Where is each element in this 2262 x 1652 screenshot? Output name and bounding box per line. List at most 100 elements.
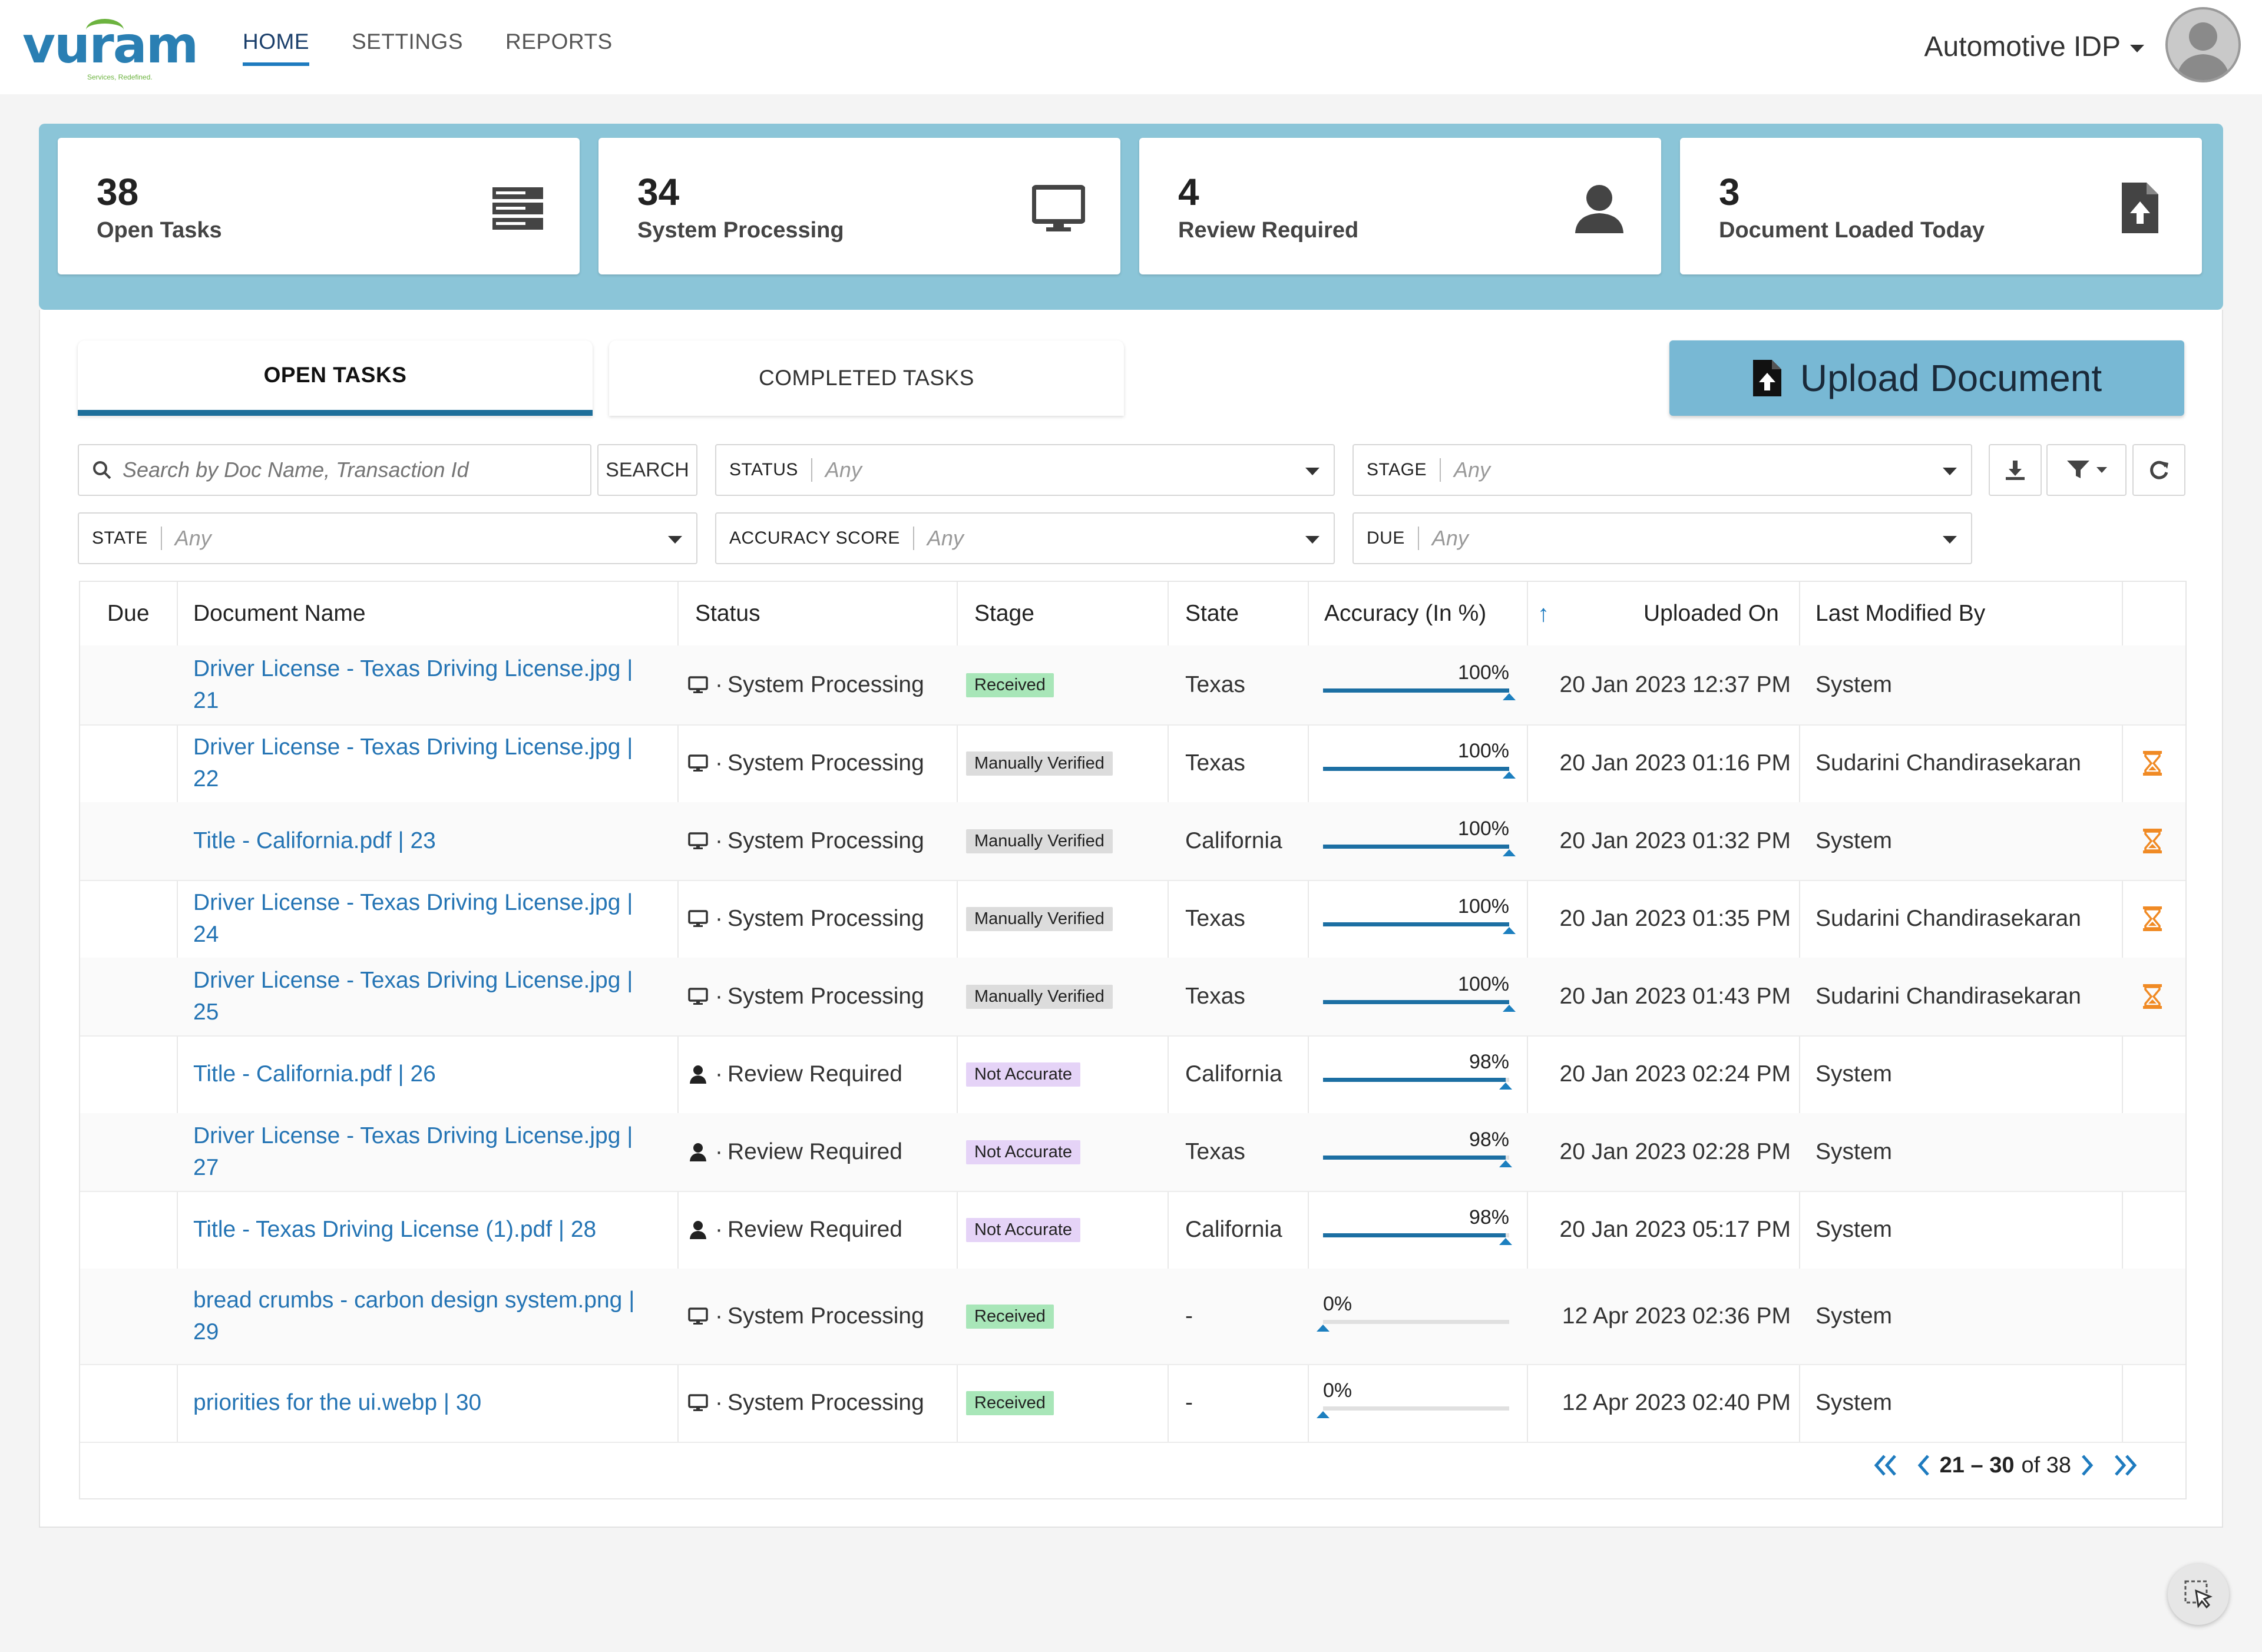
status-cell: · System Processing	[688, 958, 947, 1035]
table-row[interactable]: Driver License - Texas Driving License.j…	[80, 645, 2185, 726]
last-modified-by-cell: System	[1815, 1035, 2110, 1113]
status-separator: ·	[715, 750, 723, 776]
last-modified-by-text: Sudarini Chandirasekaran	[1815, 750, 2081, 776]
column-header-stage[interactable]: Stage	[974, 582, 1034, 645]
last-page-button[interactable]	[2112, 1454, 2138, 1477]
stage-cell: Not Accurate	[966, 1113, 1160, 1191]
accuracy-progress-fill	[1323, 1000, 1509, 1004]
filter-icon	[2067, 461, 2089, 478]
previous-page-button[interactable]	[1915, 1454, 1932, 1477]
tab-completed-tasks[interactable]: COMPLETED TASKS	[609, 340, 1124, 416]
last-modified-by-cell: Sudarini Chandirasekaran	[1815, 958, 2110, 1035]
server-icon	[492, 187, 543, 230]
column-header-status[interactable]: Status	[695, 582, 760, 645]
table-row[interactable]: priorities for the ui.webp | 30 · System P…	[80, 1364, 2185, 1443]
nav-reports[interactable]: REPORTS	[505, 29, 613, 66]
column-header-uploaded-on[interactable]: Uploaded On	[1643, 582, 1779, 645]
document-name-cell: Title - California.pdf | 23	[193, 802, 664, 880]
accuracy-marker-icon	[1317, 1411, 1330, 1418]
user-avatar[interactable]	[2165, 7, 2241, 82]
chevron-down-icon	[2096, 467, 2107, 473]
refresh-button[interactable]	[2132, 444, 2185, 496]
column-header-due[interactable]: Due	[107, 582, 150, 645]
document-link[interactable]: Title - California.pdf | 26	[193, 1058, 436, 1090]
document-link[interactable]: Driver License - Texas Driving License.j…	[193, 965, 664, 1028]
vuram-logo[interactable]: vuram Services, Redefined.	[22, 19, 199, 81]
table-row[interactable]: Driver License - Texas Driving License.j…	[80, 880, 2185, 959]
stage-cell: Manually Verified	[966, 880, 1160, 958]
download-button[interactable]	[1989, 444, 2042, 496]
nav-settings[interactable]: SETTINGS	[352, 29, 463, 66]
search-input[interactable]	[121, 457, 571, 483]
uploaded-on-text: 20 Jan 2023 01:43 PM	[1559, 984, 1791, 1009]
stage-cell: Manually Verified	[966, 958, 1160, 1035]
workspace-name: Automotive IDP	[1924, 31, 2121, 62]
stat-card-open-tasks[interactable]: 38 Open Tasks	[58, 138, 580, 274]
document-name-cell: Driver License - Texas Driving License.j…	[193, 1113, 664, 1191]
status-cell: · System Processing	[688, 645, 947, 724]
hourglass-icon[interactable]	[2142, 983, 2163, 1010]
stat-value: 34	[637, 171, 680, 213]
document-link[interactable]: Driver License - Texas Driving License.j…	[193, 1120, 664, 1184]
floating-cursor-button[interactable]	[2168, 1564, 2229, 1625]
column-header-accuracy[interactable]: Accuracy (In %)	[1324, 582, 1486, 645]
stat-card-system-processing[interactable]: 34 System Processing	[598, 138, 1120, 274]
tab-open-tasks[interactable]: OPEN TASKS	[78, 340, 593, 416]
document-link[interactable]: Driver License - Texas Driving License.j…	[193, 653, 664, 717]
column-header-state[interactable]: State	[1185, 582, 1239, 645]
document-link[interactable]: priorities for the ui.webp | 30	[193, 1387, 481, 1419]
stat-value: 3	[1719, 171, 1740, 213]
state-cell: Texas	[1185, 1113, 1315, 1191]
hourglass-icon[interactable]	[2142, 827, 2163, 855]
table-row[interactable]: Title - Texas Driving License (1).pdf | …	[80, 1191, 2185, 1270]
stage-filter[interactable]: STAGE Any	[1352, 444, 1972, 496]
logo-tagline: Services, Redefined.	[87, 73, 153, 81]
accuracy-score-filter[interactable]: ACCURACY SCORE Any	[715, 512, 1335, 564]
status-text: System Processing	[727, 1390, 924, 1415]
table-row[interactable]: Driver License - Texas Driving License.j…	[80, 958, 2185, 1037]
due-filter[interactable]: DUE Any	[1352, 512, 1972, 564]
state-filter[interactable]: STATE Any	[78, 512, 697, 564]
document-link[interactable]: Driver License - Texas Driving License.j…	[193, 887, 664, 951]
hourglass-icon[interactable]	[2142, 750, 2163, 777]
table-row[interactable]: Title - California.pdf | 23 · System Proce…	[80, 802, 2185, 881]
document-link[interactable]: Title - Texas Driving License (1).pdf | …	[193, 1214, 596, 1246]
next-page-button[interactable]	[2079, 1454, 2096, 1477]
table-row[interactable]: Driver License - Texas Driving License.j…	[80, 1113, 2185, 1192]
document-name-cell: Driver License - Texas Driving License.j…	[193, 645, 664, 724]
document-name-cell: Driver License - Texas Driving License.j…	[193, 958, 664, 1035]
workspace-dropdown[interactable]: Automotive IDP	[1924, 31, 2144, 63]
nav-home[interactable]: HOME	[243, 29, 309, 66]
chevron-down-icon	[1943, 468, 1957, 475]
stage-badge: Received	[966, 1391, 1054, 1415]
stage-cell: Manually Verified	[966, 802, 1160, 880]
stage-cell: Received	[966, 1364, 1160, 1442]
document-link[interactable]: bread crumbs - carbon design system.png …	[193, 1284, 664, 1348]
sort-arrow-up-icon[interactable]: ↑	[1537, 582, 1549, 645]
column-header-last-modified-by[interactable]: Last Modified By	[1815, 582, 1985, 645]
stat-card-review-required[interactable]: 4 Review Required	[1139, 138, 1661, 274]
table-row[interactable]: Driver License - Texas Driving License.j…	[80, 724, 2185, 803]
stat-card-document-loaded-today[interactable]: 3 Document Loaded Today	[1680, 138, 2202, 274]
document-link[interactable]: Driver License - Texas Driving License.j…	[193, 731, 664, 795]
search-button[interactable]: SEARCH	[597, 444, 697, 496]
filter-menu-button[interactable]	[2046, 444, 2127, 496]
accuracy-cell: 98%	[1323, 1191, 1512, 1269]
document-name-cell: Driver License - Texas Driving License.j…	[193, 880, 664, 958]
uploaded-on-text: 20 Jan 2023 05:17 PM	[1559, 1217, 1791, 1242]
accuracy-cell: 100%	[1323, 645, 1516, 724]
table-row[interactable]: Title - California.pdf | 26 · Review Requi…	[80, 1035, 2185, 1114]
document-link[interactable]: Title - California.pdf | 23	[193, 825, 436, 857]
due-cell	[80, 1191, 177, 1269]
first-page-button[interactable]	[1873, 1454, 1899, 1477]
hourglass-icon[interactable]	[2142, 905, 2163, 932]
state-cell: -	[1185, 1269, 1315, 1364]
divider	[912, 527, 914, 550]
upload-document-button[interactable]: Upload Document	[1669, 340, 2184, 416]
last-modified-by-cell: System	[1815, 802, 2110, 880]
uploaded-on-cell: 12 Apr 2023 02:36 PM	[1535, 1269, 1791, 1364]
table-row[interactable]: bread crumbs - carbon design system.png …	[80, 1269, 2185, 1365]
accuracy-progress-track	[1323, 1406, 1509, 1411]
status-filter[interactable]: STATUS Any	[715, 444, 1335, 496]
column-header-document-name[interactable]: Document Name	[193, 582, 366, 645]
